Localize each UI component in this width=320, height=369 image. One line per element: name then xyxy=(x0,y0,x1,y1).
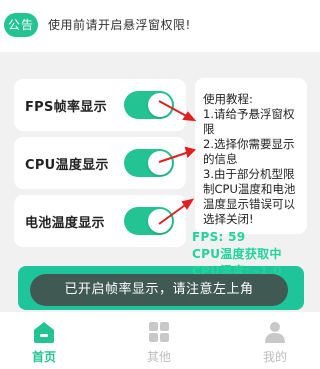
tutorial-step-2: 2.选择你需要显示的信息 xyxy=(203,137,295,166)
nav-other-label: 其他 xyxy=(146,350,171,364)
switch-knob xyxy=(148,93,172,117)
overlay-fps: FPS: 59 xyxy=(192,230,246,244)
tutorial-step-3: 3.由于部分机型限制CPU温度和电池温度显示错误可以选择关闭! xyxy=(203,167,296,226)
grid-icon xyxy=(149,322,169,342)
arrow-cpu-head xyxy=(184,146,196,158)
battery-temp-toggle-switch[interactable] xyxy=(124,207,174,235)
nav-home[interactable]: 首页 xyxy=(4,312,84,369)
fps-toggle-switch[interactable] xyxy=(124,91,174,119)
tutorial-card: 使用教程: 1.请给予悬浮窗权限 2.选择你需要显示的信息 3.由于部分机型限制… xyxy=(195,78,307,234)
nav-home-label: 首页 xyxy=(31,350,56,364)
notice-badge: 公告 xyxy=(4,13,38,37)
home-icon xyxy=(34,322,54,343)
nav-mine-label: 我的 xyxy=(262,350,287,364)
person-icon xyxy=(265,322,285,343)
toast-message: 已开启帧率显示，请注意左上角 xyxy=(30,274,288,306)
cpu-temp-toggle-switch[interactable] xyxy=(124,149,174,177)
notice-bar: 公告 使用前请开启悬浮窗权限! xyxy=(0,0,320,52)
battery-temp-toggle-label: 电池温度显示 xyxy=(25,216,105,231)
fps-toggle-label: FPS帧率显示 xyxy=(25,100,107,115)
nav-other[interactable]: 其他 xyxy=(119,312,199,369)
switch-knob xyxy=(148,209,172,233)
cpu-temp-toggle-label: CPU温度显示 xyxy=(25,158,109,173)
tutorial-step-1: 1.请给予悬浮窗权限 xyxy=(203,107,295,136)
bottom-nav: 首页 其他 我的 xyxy=(0,312,320,369)
tutorial-title: 使用教程: xyxy=(203,92,253,106)
notice-text: 使用前请开启悬浮窗权限! xyxy=(48,18,191,32)
fps-toggle-card: FPS帧率显示 xyxy=(14,79,186,131)
nav-mine[interactable]: 我的 xyxy=(235,312,315,369)
cpu-temp-toggle-card: CPU温度显示 xyxy=(14,137,186,189)
overlay-cpu-status: CPU温度获取中 xyxy=(192,247,282,261)
battery-temp-toggle-card: 电池温度显示 xyxy=(14,195,186,247)
switch-knob xyxy=(148,151,172,175)
